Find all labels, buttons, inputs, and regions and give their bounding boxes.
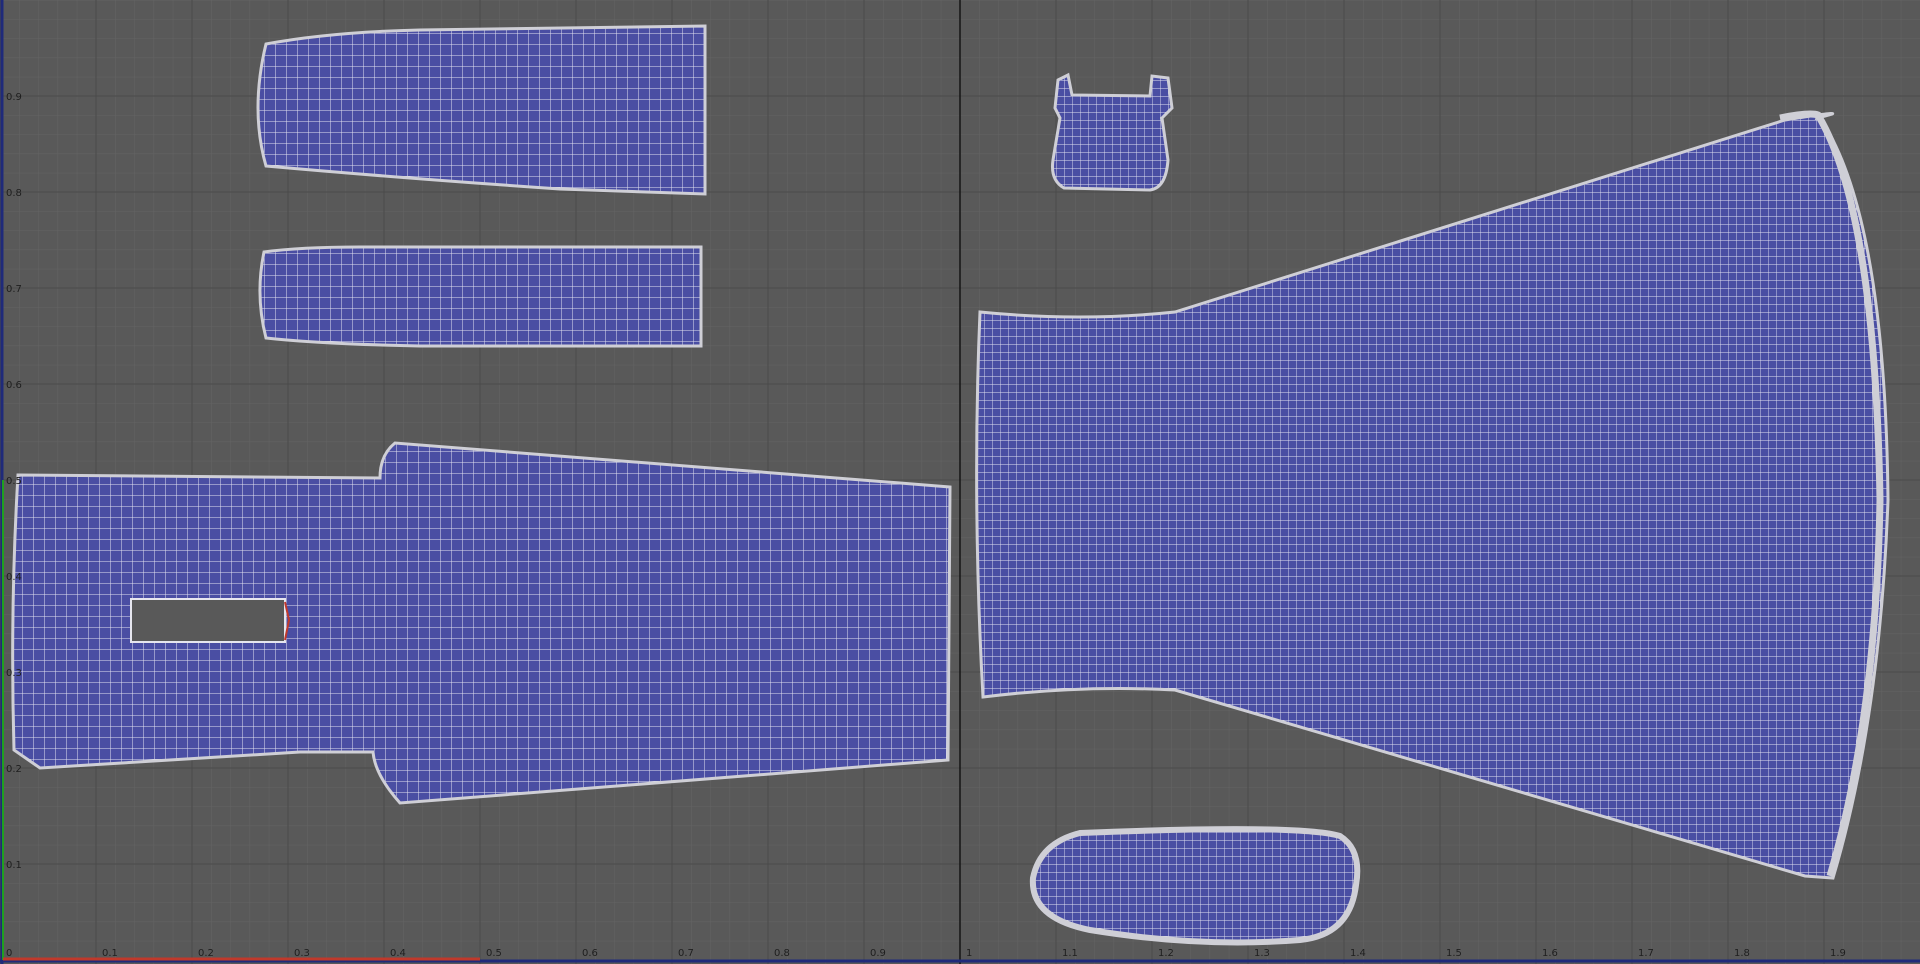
cuff-oval[interactable] [1029,826,1361,946]
sleeve-strip-upper[interactable] [256,24,707,196]
u-tick-label: 0.2 [198,948,214,959]
u-tick-label: 0.8 [774,948,790,959]
u-tick-label: 1.4 [1350,948,1366,959]
front-panel-slot [130,598,286,643]
v-tick-label: 0.4 [6,572,22,583]
v-tick-label: 0.6 [6,380,22,391]
v-tick-label: 0.2 [6,764,22,775]
u-tick-label: 1.9 [1830,948,1846,959]
u-tick-label: 0.4 [390,948,406,959]
v-tick-label: 0.9 [6,92,22,103]
uv-canvas[interactable]: 0 0.1 0.2 0.3 0.4 0.5 0.6 0.7 0.8 0.9 1 1.1 1.2 1.3 1.… [0,0,1920,964]
u-tick-label: 1.1 [1062,948,1078,959]
u-tick-label: 1.6 [1542,948,1558,959]
u-tick-label: 1 [966,948,972,959]
sleeve-strip-lower[interactable] [258,245,703,348]
uv-editor-viewport[interactable]: 0 0.1 0.2 0.3 0.4 0.5 0.6 0.7 0.8 0.9 1 1.1 1.2 1.3 1.… [0,0,1920,964]
u-tick-label: 1.8 [1734,948,1750,959]
v-tick-label: 0.7 [6,284,22,295]
u-tick-label: 1.7 [1638,948,1654,959]
u-tick-label: 1.5 [1446,948,1462,959]
v-tick-label: 0.5 [6,476,22,487]
v-tick-label: 0.8 [6,188,22,199]
u-tick-label: 1.2 [1158,948,1174,959]
u-tick-label: 1.3 [1254,948,1270,959]
u-tick-label: 0.7 [678,948,694,959]
u-tick-label: 0.9 [870,948,886,959]
u-tick-label: 0 [6,948,12,959]
u-tick-label: 0.6 [582,948,598,959]
u-tick-label: 0.3 [294,948,310,959]
v-tick-label: 0.3 [6,668,22,679]
u-tick-label: 0.5 [486,948,502,959]
u-tick-label: 0.1 [102,948,118,959]
v-tick-label: 0.1 [6,860,22,871]
